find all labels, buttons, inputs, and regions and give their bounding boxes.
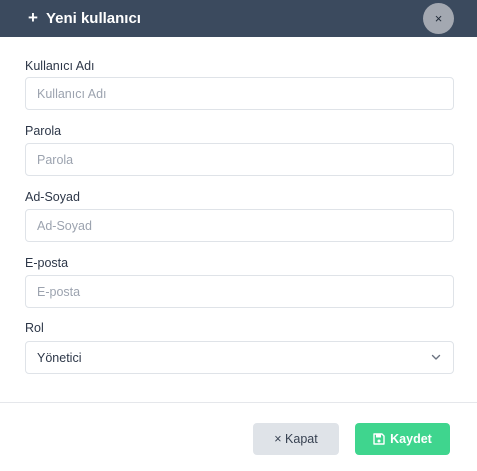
close-button-label: × Kapat [274, 432, 318, 446]
password-input[interactable] [25, 143, 454, 176]
fullname-label: Ad-Soyad [25, 190, 80, 204]
close-icon[interactable]: × [423, 3, 454, 34]
username-label: Kullanıcı Adı [25, 59, 95, 73]
email-label: E-posta [25, 256, 69, 270]
modal-title: + Yeni kullanıcı [28, 0, 141, 37]
new-user-modal: + Yeni kullanıcı × Kullanıcı Adı Parola … [0, 0, 477, 471]
close-button[interactable]: × Kapat [253, 423, 339, 455]
modal-title-text: Yeni kullanıcı [45, 10, 141, 27]
password-label: Parola [25, 124, 62, 138]
email-input[interactable] [25, 275, 454, 308]
chevron-down-icon [431, 354, 441, 360]
role-label: Rol [25, 321, 44, 335]
footer-divider [0, 402, 477, 403]
floppy-disk-icon [373, 433, 385, 445]
username-input[interactable] [25, 77, 454, 110]
save-button[interactable]: Kaydet [355, 423, 450, 455]
plus-icon: + [28, 8, 38, 27]
close-symbol: × [434, 11, 443, 26]
save-button-label: Kaydet [390, 432, 432, 446]
modal-header: + Yeni kullanıcı × [0, 0, 477, 37]
role-selected-value: Yönetici [37, 350, 82, 365]
fullname-input[interactable] [25, 209, 454, 242]
role-select[interactable]: Yönetici [25, 341, 454, 374]
